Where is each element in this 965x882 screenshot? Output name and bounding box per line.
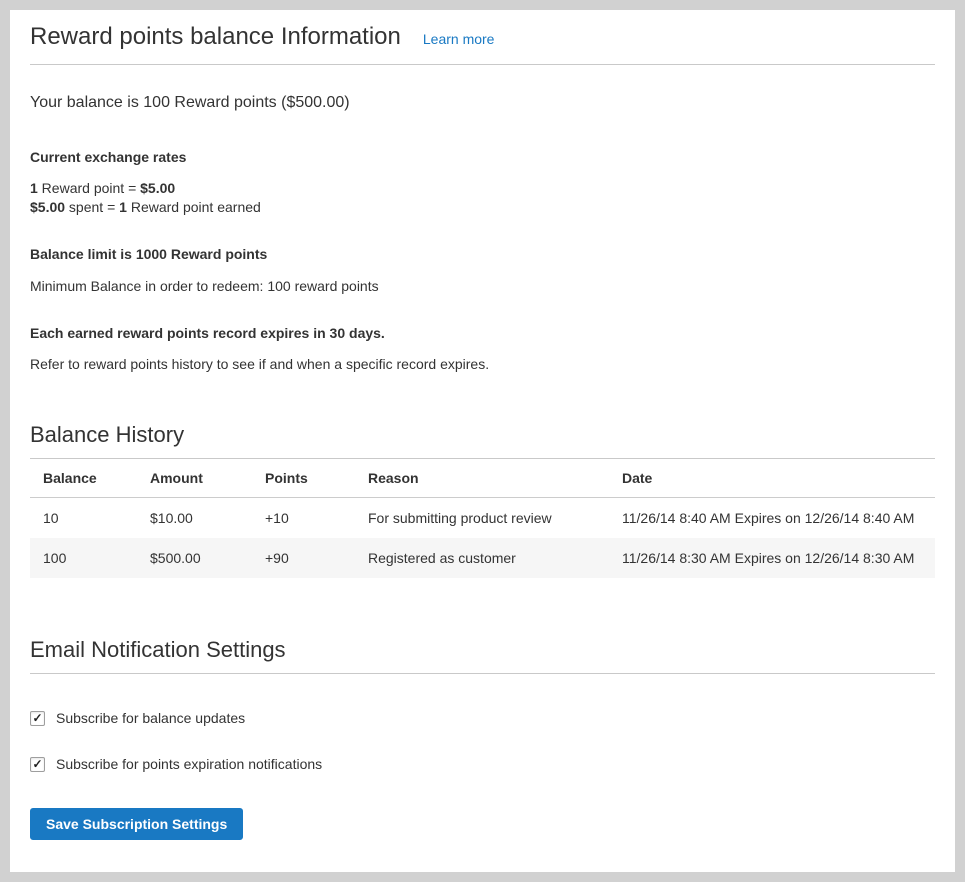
spend-rate-separator1: spent =	[65, 199, 119, 215]
exchange-rates-heading: Current exchange rates	[30, 149, 935, 166]
cell-points: +10	[252, 498, 355, 539]
expiration-notifications-label[interactable]: Subscribe for points expiration notifica…	[56, 756, 322, 772]
cell-reason: For submitting product review	[355, 498, 609, 539]
balance-limit-note: Balance limit is 1000 Reward points	[30, 246, 935, 263]
balance-history-table: Balance Amount Points Reason Date 10 $10…	[30, 459, 935, 578]
earn-rate-line: 1 Reward point = $5.00	[30, 179, 935, 198]
save-subscription-settings-button[interactable]: Save Subscription Settings	[30, 808, 243, 840]
balance-updates-option: ✓ Subscribe for balance updates	[30, 710, 935, 726]
cell-date: 11/26/14 8:40 AM Expires on 12/26/14 8:4…	[609, 498, 935, 539]
column-header-date: Date	[609, 459, 935, 498]
earn-rate-amount: $5.00	[140, 180, 175, 196]
exchange-rate-lines: 1 Reward point = $5.00 $5.00 spent = 1 R…	[30, 179, 935, 217]
cell-balance: 10	[30, 498, 137, 539]
email-settings-heading: Email Notification Settings	[30, 636, 935, 674]
expiration-notifications-option: ✓ Subscribe for points expiration notifi…	[30, 756, 935, 772]
cell-points: +90	[252, 538, 355, 578]
checkmark-icon: ✓	[32, 757, 42, 771]
spend-rate-line: $5.00 spent = 1 Reward point earned	[30, 198, 935, 217]
expiration-notice: Each earned reward points record expires…	[30, 325, 935, 342]
column-header-reason: Reason	[355, 459, 609, 498]
spend-rate-amount: $5.00	[30, 199, 65, 215]
minimum-balance-note: Minimum Balance in order to redeem: 100 …	[30, 278, 935, 295]
cell-reason: Registered as customer	[355, 538, 609, 578]
earn-rate-separator: Reward point =	[38, 180, 140, 196]
learn-more-link[interactable]: Learn more	[423, 31, 495, 47]
balance-updates-label[interactable]: Subscribe for balance updates	[56, 710, 245, 726]
column-header-amount: Amount	[137, 459, 252, 498]
expiration-hint: Refer to reward points history to see if…	[30, 356, 935, 373]
cell-amount: $500.00	[137, 538, 252, 578]
balance-updates-checkbox[interactable]: ✓	[30, 711, 45, 726]
earn-rate-points: 1	[30, 180, 38, 196]
column-header-balance: Balance	[30, 459, 137, 498]
table-row: 10 $10.00 +10 For submitting product rev…	[30, 498, 935, 539]
spend-rate-separator2: Reward point earned	[127, 199, 261, 215]
reward-points-card: Reward points balance Information Learn …	[10, 10, 955, 872]
balance-history-heading: Balance History	[30, 421, 935, 459]
spend-rate-points: 1	[119, 199, 127, 215]
page-title: Reward points balance Information	[30, 22, 401, 52]
page-title-row: Reward points balance Information Learn …	[30, 22, 935, 65]
column-header-points: Points	[252, 459, 355, 498]
cell-date: 11/26/14 8:30 AM Expires on 12/26/14 8:3…	[609, 538, 935, 578]
table-header-row: Balance Amount Points Reason Date	[30, 459, 935, 498]
balance-summary: Your balance is 100 Reward points ($500.…	[30, 94, 935, 112]
checkmark-icon: ✓	[32, 711, 42, 725]
cell-amount: $10.00	[137, 498, 252, 539]
table-row: 100 $500.00 +90 Registered as customer 1…	[30, 538, 935, 578]
expiration-notifications-checkbox[interactable]: ✓	[30, 757, 45, 772]
cell-balance: 100	[30, 538, 137, 578]
